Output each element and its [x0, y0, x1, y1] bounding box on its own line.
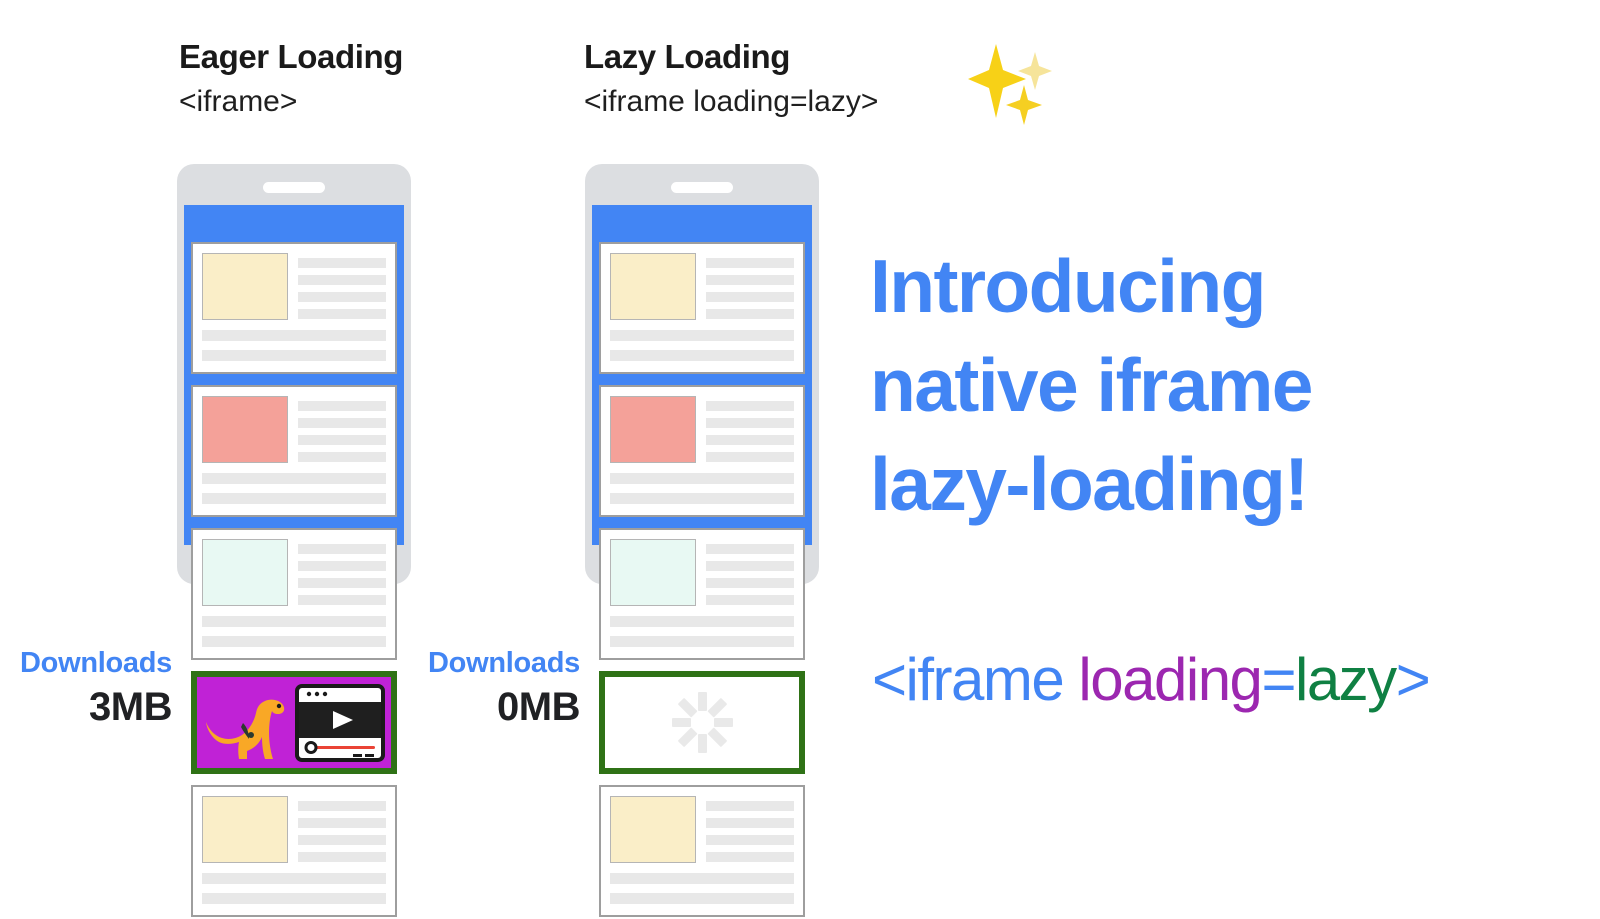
- article-card: [599, 528, 805, 660]
- sparkles-icon: [962, 30, 1062, 130]
- text-line: [298, 435, 386, 445]
- text-line: [202, 473, 386, 484]
- iframe-embed-loaded[interactable]: [191, 671, 397, 774]
- article-thumbnail: [202, 396, 288, 463]
- article-card: [191, 385, 397, 517]
- text-line: [706, 435, 794, 445]
- text-line: [298, 801, 386, 811]
- loading-spinner-icon: [671, 692, 733, 754]
- feed-content-lazy: [599, 242, 805, 919]
- article-thumbnail: [202, 796, 288, 863]
- article-card: [599, 385, 805, 517]
- article-card: [599, 242, 805, 374]
- text-line: [706, 818, 794, 828]
- text-line: [610, 473, 794, 484]
- downloads-value: 0MB: [497, 684, 580, 729]
- column-heading-eager: Eager Loading <iframe>: [179, 38, 403, 121]
- text-line: [706, 258, 794, 268]
- text-line: [298, 275, 386, 285]
- text-line: [298, 452, 386, 462]
- snippet-tag-open: <iframe: [872, 646, 1079, 713]
- text-line: [610, 616, 794, 627]
- text-line: [202, 493, 386, 504]
- article-card: [191, 242, 397, 374]
- article-thumbnail: [610, 396, 696, 463]
- text-line: [298, 578, 386, 588]
- text-line: [298, 835, 386, 845]
- downloads-value: 3MB: [89, 684, 172, 729]
- text-line: [610, 350, 794, 361]
- downloads-annotation-lazy: Downloads 0MB: [408, 647, 580, 730]
- text-line: [706, 852, 794, 862]
- phone-speaker: [671, 182, 733, 193]
- text-line: [202, 873, 386, 884]
- text-line: [202, 636, 386, 647]
- text-line: [298, 401, 386, 411]
- downloads-label: Downloads: [428, 647, 580, 679]
- text-line: [610, 873, 794, 884]
- dog-illustration: [206, 699, 285, 759]
- text-line: [610, 330, 794, 341]
- snippet-attribute: loading: [1078, 646, 1263, 713]
- article-thumbnail: [610, 253, 696, 320]
- column-code-lazy: <iframe loading=lazy>: [584, 84, 879, 118]
- article-thumbnail: [610, 539, 696, 606]
- headline-line-2: native iframe: [870, 343, 1314, 427]
- code-snippet: <iframe loading=lazy>: [872, 645, 1431, 714]
- illustration-canvas: Eager Loading <iframe> Lazy Loading <ifr…: [0, 0, 1600, 919]
- text-line: [706, 578, 794, 588]
- text-line: [706, 309, 794, 319]
- text-line: [706, 292, 794, 302]
- text-line: [202, 350, 386, 361]
- text-line: [706, 401, 794, 411]
- text-line: [706, 801, 794, 811]
- phone-speaker: [263, 182, 325, 193]
- text-line: [298, 852, 386, 862]
- text-line: [706, 835, 794, 845]
- headline-line-1: Introducing: [870, 244, 1266, 328]
- text-line: [298, 309, 386, 319]
- text-line: [706, 418, 794, 428]
- text-line: [298, 418, 386, 428]
- text-line: [706, 561, 794, 571]
- text-line: [610, 493, 794, 504]
- text-line: [298, 561, 386, 571]
- text-line: [298, 818, 386, 828]
- article-card: [191, 785, 397, 917]
- text-line: [298, 595, 386, 605]
- text-line: [202, 330, 386, 341]
- article-card: [599, 785, 805, 917]
- iframe-embed-placeholder[interactable]: [599, 671, 805, 774]
- text-line: [706, 275, 794, 285]
- snippet-equals: =: [1261, 646, 1296, 713]
- text-line: [298, 258, 386, 268]
- headline-line-3: lazy-loading!: [870, 442, 1309, 526]
- article-thumbnail: [202, 253, 288, 320]
- text-line: [706, 544, 794, 554]
- text-line: [706, 595, 794, 605]
- column-title-eager: Eager Loading: [179, 38, 403, 75]
- text-line: [202, 893, 386, 904]
- text-line: [610, 893, 794, 904]
- snippet-tag-close: >: [1395, 646, 1431, 713]
- column-title-lazy: Lazy Loading: [584, 38, 791, 75]
- downloads-label: Downloads: [20, 647, 172, 679]
- article-thumbnail: [202, 539, 288, 606]
- video-player-illustration: [295, 684, 385, 762]
- text-line: [706, 452, 794, 462]
- text-line: [298, 544, 386, 554]
- feed-content-eager: [191, 242, 397, 919]
- snippet-value: lazy: [1294, 646, 1397, 713]
- column-heading-lazy: Lazy Loading <iframe loading=lazy>: [584, 38, 878, 121]
- text-line: [298, 292, 386, 302]
- downloads-annotation-eager: Downloads 3MB: [0, 647, 172, 730]
- text-line: [202, 616, 386, 627]
- headline: Introducing native iframe lazy-loading!: [870, 237, 1490, 534]
- article-thumbnail: [610, 796, 696, 863]
- column-code-eager: <iframe>: [179, 84, 298, 118]
- text-line: [610, 636, 794, 647]
- article-card: [191, 528, 397, 660]
